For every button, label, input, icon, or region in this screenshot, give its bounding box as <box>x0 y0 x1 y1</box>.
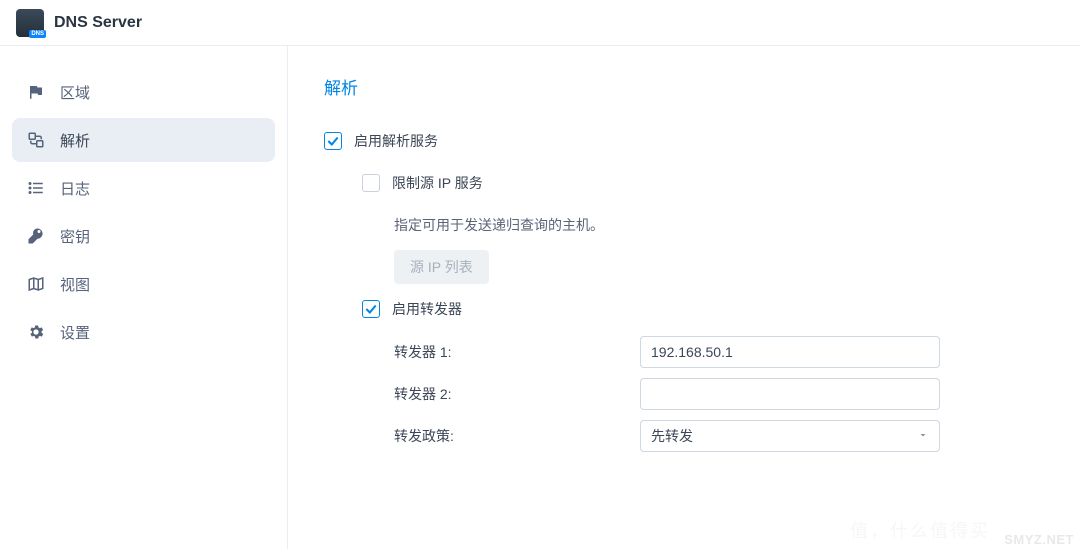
enable-resolve-checkbox[interactable] <box>324 132 342 150</box>
sidebar: 区域 解析 日志 密钥 视图 <box>0 46 288 549</box>
forward-policy-value: 先转发 <box>651 426 693 446</box>
sidebar-item-zones[interactable]: 区域 <box>12 70 275 114</box>
forward-policy-select[interactable]: 先转发 <box>640 420 940 452</box>
enable-forwarder-row: 启用转发器 <box>324 291 1044 327</box>
forwarder1-row: 转发器 1: <box>324 333 1044 371</box>
sidebar-item-views[interactable]: 视图 <box>12 262 275 306</box>
source-ip-list-button: 源 IP 列表 <box>394 250 489 284</box>
forwarder1-label: 转发器 1: <box>394 342 640 362</box>
limit-source-ip-help-row: 指定可用于发送递归查询的主机。 <box>324 207 1044 243</box>
page-title: 解析 <box>324 74 1044 99</box>
enable-resolve-label: 启用解析服务 <box>354 131 438 151</box>
source-ip-list-row: 源 IP 列表 <box>324 249 1044 285</box>
forwarder1-input[interactable] <box>640 336 940 368</box>
main-layout: 区域 解析 日志 密钥 视图 <box>0 46 1080 549</box>
forward-policy-label: 转发政策: <box>394 426 640 446</box>
enable-forwarder-label: 启用转发器 <box>392 299 462 319</box>
content-panel: 解析 启用解析服务 限制源 IP 服务 指定可用于发送递归查询的主机。 源 IP… <box>288 46 1080 549</box>
sidebar-item-label: 视图 <box>60 274 90 295</box>
app-title: DNS Server <box>54 14 142 32</box>
watermark-secondary: 值，什么值得买 <box>850 517 990 543</box>
sidebar-item-logs[interactable]: 日志 <box>12 166 275 210</box>
app-icon: DNS <box>16 9 44 37</box>
flag-icon <box>26 82 46 102</box>
app-header: DNS DNS Server <box>0 0 1080 46</box>
forwarder2-input[interactable] <box>640 378 940 410</box>
key-icon <box>26 226 46 246</box>
sidebar-item-settings[interactable]: 设置 <box>12 310 275 354</box>
limit-source-ip-help: 指定可用于发送递归查询的主机。 <box>394 207 604 243</box>
map-icon <box>26 274 46 294</box>
chevron-down-icon <box>917 428 929 444</box>
sidebar-item-resolve[interactable]: 解析 <box>12 118 275 162</box>
list-icon <box>26 178 46 198</box>
sidebar-item-label: 解析 <box>60 130 90 151</box>
sidebar-item-label: 密钥 <box>60 226 90 247</box>
sidebar-item-label: 设置 <box>60 322 90 343</box>
resolve-icon <box>26 130 46 150</box>
gear-icon <box>26 322 46 342</box>
limit-source-ip-label: 限制源 IP 服务 <box>392 173 483 193</box>
forward-policy-row: 转发政策: 先转发 <box>324 417 1044 455</box>
limit-source-ip-checkbox[interactable] <box>362 174 380 192</box>
sidebar-item-label: 日志 <box>60 178 90 199</box>
enable-resolve-row: 启用解析服务 <box>324 123 1044 159</box>
sidebar-item-label: 区域 <box>60 82 90 103</box>
app-icon-badge: DNS <box>29 30 46 38</box>
forwarder2-label: 转发器 2: <box>394 384 640 404</box>
watermark: SMYZ.NET <box>1004 532 1074 547</box>
forwarder2-row: 转发器 2: <box>324 375 1044 413</box>
limit-source-ip-row: 限制源 IP 服务 <box>324 165 1044 201</box>
sidebar-item-keys[interactable]: 密钥 <box>12 214 275 258</box>
enable-forwarder-checkbox[interactable] <box>362 300 380 318</box>
